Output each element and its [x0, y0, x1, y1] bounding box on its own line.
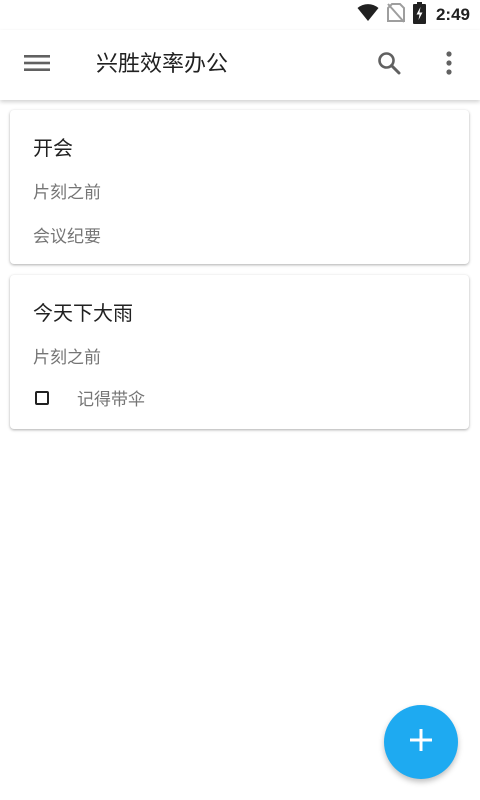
note-title: 开会 — [33, 136, 73, 160]
add-note-button[interactable] — [384, 705, 458, 779]
note-timestamp: 片刻之前 — [33, 183, 101, 203]
battery-charging-icon — [412, 2, 426, 28]
add-icon — [410, 729, 432, 755]
checklist-checkbox[interactable] — [35, 390, 49, 405]
status-time: 2:49 — [435, 5, 470, 24]
app-bar: 兴胜效率办公 — [0, 30, 480, 100]
search-icon — [377, 51, 401, 79]
notes-screen: 2:49 兴胜效率办公 开会 片刻之前 会议纪要 今天下大雨 片刻之前 记得带伞 — [0, 0, 480, 800]
status-bar: 2:49 — [0, 0, 480, 30]
note-title: 今天下大雨 — [33, 301, 133, 325]
app-title: 兴胜效率办公 — [96, 52, 229, 77]
search-button[interactable] — [368, 44, 410, 86]
no-sim-icon — [386, 3, 405, 27]
note-card[interactable]: 开会 片刻之前 会议纪要 — [10, 110, 469, 264]
checklist-item-label: 记得带伞 — [77, 390, 145, 410]
status-icons: 2:49 — [357, 2, 470, 28]
more-vert-icon — [446, 51, 452, 79]
note-body: 会议纪要 — [33, 227, 101, 247]
checklist-item: 记得带伞 — [33, 385, 145, 410]
note-card[interactable]: 今天下大雨 片刻之前 记得带伞 — [10, 275, 469, 429]
more-options-button[interactable] — [428, 44, 470, 86]
note-timestamp: 片刻之前 — [33, 348, 101, 368]
menu-icon — [24, 53, 50, 77]
wifi-icon — [357, 4, 379, 26]
menu-button[interactable] — [16, 44, 58, 86]
